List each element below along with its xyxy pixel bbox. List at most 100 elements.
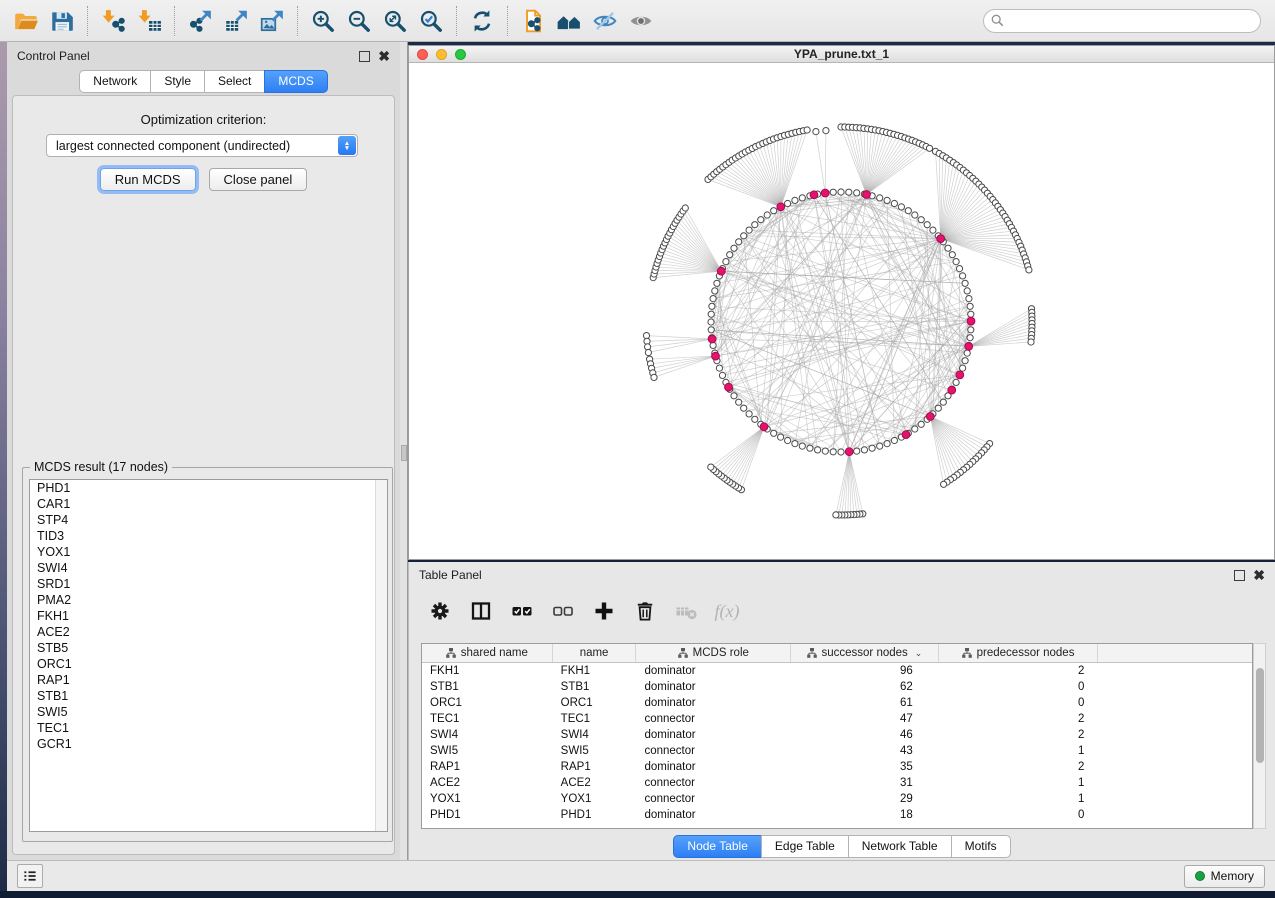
table-row[interactable]: SWI5SWI5connector431 [422,743,1252,759]
table-scrollbar[interactable] [1253,643,1266,829]
sort-descending-icon[interactable]: ⌄ [915,648,923,659]
select-all-rows-icon [510,599,534,623]
window-maximize-icon[interactable] [455,49,466,60]
table-row[interactable]: ORC1ORC1dominator610 [422,695,1252,711]
cell-shared-name: SWI5 [422,745,553,757]
import-table-button[interactable] [131,4,167,38]
control-panel: Control Panel ✖ NetworkStyleSelectMCDS O… [7,42,400,860]
mcds-result-item[interactable]: SRD1 [30,576,387,592]
tab-style[interactable]: Style [150,70,205,93]
tab-select[interactable]: Select [204,70,265,93]
mcds-result-item[interactable]: TEC1 [30,720,387,736]
run-mcds-button[interactable]: Run MCDS [100,168,196,191]
table-row[interactable]: ACE2ACE2connector311 [422,775,1252,791]
mcds-result-item[interactable]: STB1 [30,688,387,704]
float-panel-icon[interactable] [359,51,370,62]
tab-network-table[interactable]: Network Table [848,835,952,858]
cell-MCDS-role: connector [636,793,791,805]
mcds-result-item[interactable]: STP4 [30,512,387,528]
mcds-result-list[interactable]: PHD1CAR1STP4TID3YOX1SWI4SRD1PMA2FKH1ACE2… [29,479,388,832]
cell-shared-name: FKH1 [422,665,553,677]
float-table-panel-icon[interactable] [1234,570,1245,581]
mcds-result-item[interactable]: GCR1 [30,736,387,752]
mcds-result-item[interactable]: ORC1 [30,656,387,672]
import-network-icon [100,8,126,34]
table-settings-button[interactable] [425,596,455,626]
mcds-result-item[interactable]: TID3 [30,528,387,544]
splitter-grip[interactable] [401,445,407,461]
mcds-result-item[interactable]: PMA2 [30,592,387,608]
toolbar-separator [507,6,508,36]
table-row[interactable]: PHD1PHD1dominator180 [422,807,1252,823]
mcds-result-item[interactable]: CAR1 [30,496,387,512]
network-window-titlebar[interactable]: YPA_prune.txt_1 [409,46,1274,63]
export-image-button[interactable] [254,4,290,38]
add-column-button[interactable] [589,596,619,626]
delete-columns-button[interactable] [630,596,660,626]
close-panel-button[interactable]: Close panel [209,168,308,191]
mcds-result-item[interactable]: SWI5 [30,704,387,720]
cell-MCDS-role: connector [636,745,791,757]
network-graph[interactable] [409,63,1275,559]
zoom-selected-button[interactable] [413,4,449,38]
table-row[interactable]: STB1STB1dominator620 [422,679,1252,695]
column-header-predecessor-nodes[interactable]: predecessor nodes [939,644,1099,662]
column-preferences-button[interactable] [466,596,496,626]
vertical-splitter[interactable] [400,42,408,860]
hide-selected-button[interactable] [587,4,623,38]
open-session-button[interactable] [8,4,44,38]
table-row[interactable]: YOX1YOX1connector291 [422,791,1252,807]
mcds-result-item[interactable]: STB5 [30,640,387,656]
column-header-shared-name[interactable]: shared name [422,644,553,662]
tab-motifs[interactable]: Motifs [951,835,1011,858]
tab-mcds[interactable]: MCDS [264,70,327,93]
mcds-result-item[interactable]: RAP1 [30,672,387,688]
table-scrollbar-thumb[interactable] [1256,668,1264,763]
show-all-button[interactable] [623,4,659,38]
mcds-result-item[interactable]: ACE2 [30,624,387,640]
table-row[interactable]: TEC1TEC1connector472 [422,711,1252,727]
mcds-result-item[interactable]: FKH1 [30,608,387,624]
table-row[interactable]: FKH1FKH1dominator962 [422,663,1252,679]
zoom-in-button[interactable] [305,4,341,38]
export-network-button[interactable] [182,4,218,38]
tab-network[interactable]: Network [79,70,151,93]
column-header-MCDS-role[interactable]: MCDS role [636,644,791,662]
cell-predecessor-nodes: 0 [939,697,1099,709]
window-close-icon[interactable] [417,49,428,60]
cell-MCDS-role: dominator [636,729,791,741]
criterion-dropdown-value: largest connected component (undirected) [56,139,290,153]
first-neighbors-button[interactable] [551,4,587,38]
tab-node-table[interactable]: Node Table [673,835,762,858]
table-row[interactable]: RAP1RAP1dominator352 [422,759,1252,775]
application-window: Control Panel ✖ NetworkStyleSelectMCDS O… [0,0,1275,898]
mcds-list-scrollbar[interactable] [375,480,387,831]
export-table-button[interactable] [218,4,254,38]
window-minimize-icon[interactable] [436,49,447,60]
new-network-from-selection-button[interactable] [515,4,551,38]
zoom-fit-button[interactable] [377,4,413,38]
table-header-row: shared namenameMCDS rolesuccessor nodes⌄… [422,644,1252,663]
save-session-button[interactable] [44,4,80,38]
close-panel-icon[interactable]: ✖ [378,51,390,62]
criterion-dropdown[interactable]: largest connected component (undirected)… [46,134,358,157]
apply-preferred-layout-button[interactable] [464,4,500,38]
column-header-name[interactable]: name [553,644,637,662]
tab-edge-table[interactable]: Edge Table [761,835,849,858]
select-all-rows-button[interactable] [507,596,537,626]
cell-shared-name: STB1 [422,681,553,693]
mcds-result-item[interactable]: PHD1 [30,480,387,496]
network-canvas[interactable] [409,63,1274,559]
search-input[interactable] [983,9,1261,33]
zoom-out-button[interactable] [341,4,377,38]
memory-button[interactable]: Memory [1184,865,1265,888]
mcds-result-item[interactable]: YOX1 [30,544,387,560]
table-row[interactable]: SWI4SWI4dominator462 [422,727,1252,743]
node-table: shared namenameMCDS rolesuccessor nodes⌄… [421,643,1253,829]
deselect-all-rows-button[interactable] [548,596,578,626]
import-network-button[interactable] [95,4,131,38]
show-panels-button[interactable] [17,864,43,888]
close-table-panel-icon[interactable]: ✖ [1253,570,1265,581]
column-header-successor-nodes[interactable]: successor nodes⌄ [791,644,939,662]
mcds-result-item[interactable]: SWI4 [30,560,387,576]
